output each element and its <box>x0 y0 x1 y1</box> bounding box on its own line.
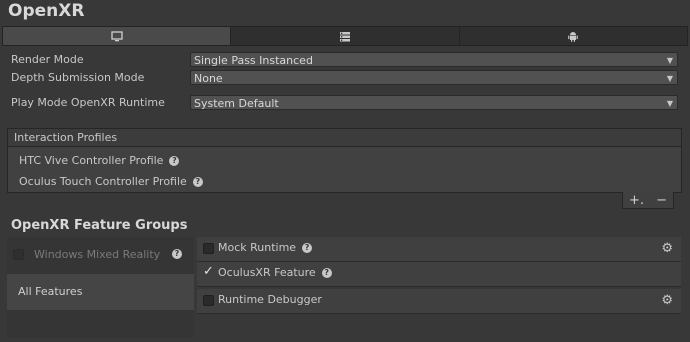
feature-row-oculusxr[interactable]: ✓ OculusXR Feature? <box>197 262 681 287</box>
group-item-all-features[interactable]: All Features <box>7 274 194 310</box>
group-item-windows-mixed-reality[interactable]: Windows Mixed Reality ? <box>7 237 194 273</box>
render-mode-value: Single Pass Instanced <box>194 54 313 67</box>
feature-groups-title: OpenXR Feature Groups <box>11 218 188 233</box>
tab-android[interactable] <box>460 27 687 45</box>
help-icon[interactable]: ? <box>172 249 182 259</box>
feature-row-mock-runtime[interactable]: Mock Runtime? ⚙ <box>197 237 681 262</box>
group-checkbox[interactable] <box>13 249 24 260</box>
profile-add-remove: +. − <box>622 192 674 209</box>
feature-label-wrap: Mock Runtime? <box>218 241 313 254</box>
play-mode-runtime-dropdown[interactable]: System Default ▼ <box>190 95 678 110</box>
feature-checkbox[interactable]: ✓ <box>203 264 214 279</box>
list-item[interactable]: Oculus Touch Controller Profile? <box>19 175 203 188</box>
feature-label: OculusXR Feature <box>218 266 316 279</box>
interaction-profiles-list: Interaction Profiles HTC Vive Controller… <box>7 128 682 193</box>
feature-label-wrap: OculusXR Feature? <box>218 266 332 279</box>
group-label: Windows Mixed Reality <box>34 248 161 261</box>
play-mode-runtime-label: Play Mode OpenXR Runtime <box>11 96 165 109</box>
feature-label: Runtime Debugger <box>218 293 322 306</box>
help-icon[interactable]: ? <box>169 156 180 166</box>
monitor-icon <box>111 30 123 41</box>
feature-checkbox[interactable] <box>203 243 214 254</box>
feature-label: Mock Runtime <box>218 241 297 254</box>
depth-submission-value: None <box>194 72 223 85</box>
server-icon <box>339 31 350 41</box>
window-title: OpenXR <box>8 1 85 21</box>
chevron-down-icon: ▼ <box>666 99 673 108</box>
chevron-down-icon: ▼ <box>666 56 673 65</box>
tab-server[interactable] <box>231 27 460 45</box>
tab-standalone[interactable] <box>3 27 232 45</box>
features-list: Mock Runtime? ⚙ ✓ OculusXR Feature? Runt… <box>197 237 681 337</box>
feature-row-runtime-debugger[interactable]: Runtime Debugger ⚙ <box>197 289 681 314</box>
help-icon[interactable]: ? <box>192 177 203 187</box>
gear-icon[interactable]: ⚙ <box>661 293 673 308</box>
render-mode-dropdown[interactable]: Single Pass Instanced ▼ <box>190 52 678 67</box>
feature-groups-list: Windows Mixed Reality ? All Features <box>7 237 194 337</box>
feature-checkbox[interactable] <box>203 295 214 306</box>
help-icon[interactable]: ? <box>302 243 313 253</box>
depth-submission-dropdown[interactable]: None ▼ <box>190 70 678 85</box>
list-item[interactable]: HTC Vive Controller Profile? <box>19 154 180 167</box>
profile-label: Oculus Touch Controller Profile <box>19 175 187 188</box>
group-label: All Features <box>18 285 83 298</box>
interaction-profiles-header: Interaction Profiles <box>8 129 681 147</box>
gear-icon[interactable]: ⚙ <box>661 241 673 256</box>
chevron-down-icon: ▼ <box>666 74 673 83</box>
platform-tabs <box>2 26 688 46</box>
depth-submission-label: Depth Submission Mode <box>11 71 145 84</box>
add-profile-button[interactable]: +. <box>629 193 644 208</box>
checkmark-icon: ✓ <box>203 264 214 279</box>
android-icon <box>568 32 579 42</box>
profile-label: HTC Vive Controller Profile <box>19 154 164 167</box>
render-mode-label: Render Mode <box>11 53 84 66</box>
help-icon[interactable]: ? <box>321 268 332 278</box>
remove-profile-button[interactable]: − <box>656 193 667 208</box>
play-mode-runtime-value: System Default <box>194 97 279 110</box>
